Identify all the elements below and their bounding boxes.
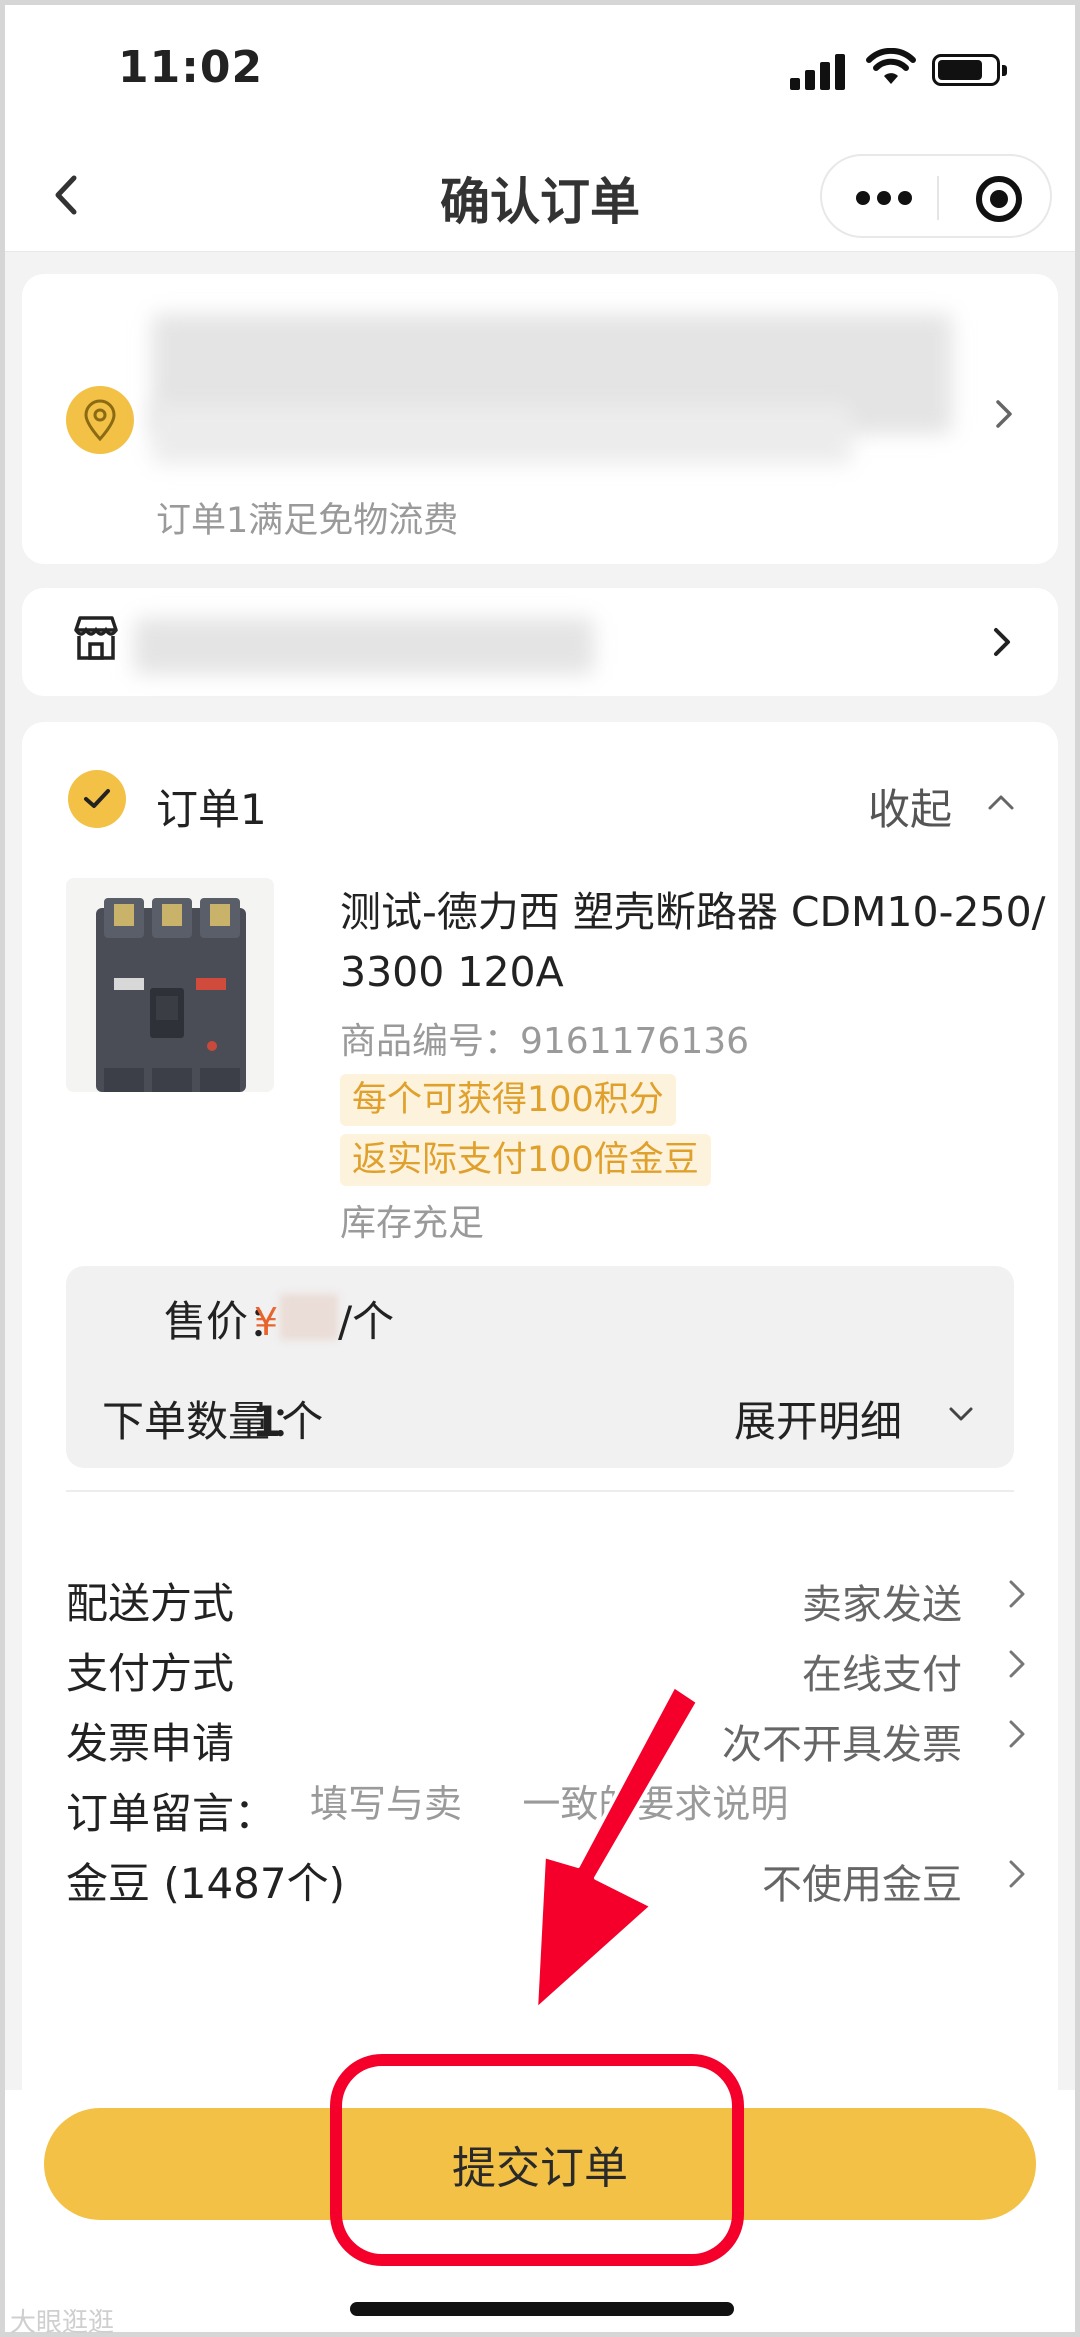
store-icon (74, 616, 118, 660)
chevron-right-icon (996, 400, 1012, 428)
close-miniprogram-icon[interactable] (976, 176, 1022, 222)
signal-icon (790, 52, 846, 90)
chevron-up-icon (988, 795, 1014, 810)
gold-beans-value[interactable]: 不使用金豆 (762, 1852, 962, 1910)
home-indicator (350, 2302, 734, 2316)
stock-status: 库存充足 (340, 1203, 485, 1244)
quantity-number: 1 (252, 1397, 282, 1446)
address-redacted-line2 (152, 404, 852, 464)
annotation-arrow-icon (534, 1684, 700, 2012)
annotation-highlight (330, 2054, 744, 2266)
price-unit: /个 (338, 1297, 395, 1346)
product-name: 测试-德力西 塑壳断路器 CDM10-250/3300 120A (340, 888, 1046, 996)
battery-icon (932, 54, 1007, 86)
chevron-right-icon (1009, 1860, 1025, 1888)
points-tag: 每个可获得100积分 (340, 1074, 676, 1126)
capsule-divider (937, 176, 939, 220)
price-box: 售价： ¥ /个 下单数量： 1个 展开明细 (66, 1266, 1014, 1468)
wifi-icon (866, 48, 916, 84)
watermark: 大眼逛逛 (10, 2308, 115, 2337)
order-memo-label: 订单留言： (66, 1789, 277, 1838)
delivery-value[interactable]: 卖家发送 (802, 1572, 962, 1630)
store-card[interactable] (22, 588, 1058, 696)
mini-program-capsule (820, 154, 1052, 238)
invoice-value[interactable]: 次不开具发票 (722, 1712, 962, 1770)
chevron-right-icon (1009, 1650, 1025, 1678)
chevron-right-icon (1009, 1580, 1025, 1608)
status-time: 11:02 (118, 42, 264, 93)
check-icon[interactable] (68, 770, 126, 828)
address-card[interactable]: 订单1满足免物流费 (22, 274, 1058, 564)
more-icon[interactable] (856, 186, 912, 210)
chevron-right-icon (994, 628, 1010, 656)
price-redacted (280, 1294, 338, 1340)
expand-details-button[interactable]: 展开明细 (734, 1388, 902, 1449)
beans-tag: 返实际支付100倍金豆 (340, 1134, 711, 1186)
currency-symbol: ¥ (254, 1300, 279, 1344)
status-bar: 11:02 (0, 0, 1080, 140)
delivery-label: 配送方式 (66, 1579, 235, 1628)
collapse-button[interactable]: 收起 (868, 776, 952, 837)
shipping-note: 订单1满足免物流费 (156, 501, 459, 541)
order-title: 订单1 (156, 785, 267, 834)
invoice-label: 发票申请 (66, 1719, 235, 1768)
quantity-unit: 个 (281, 1397, 324, 1446)
store-name-redacted (134, 618, 594, 674)
gold-beans-label: 金豆 (1487个) (66, 1859, 346, 1908)
payment-value[interactable]: 在线支付 (802, 1642, 962, 1700)
quantity-value: 1个 (252, 1388, 323, 1449)
location-icon (66, 386, 134, 454)
divider (66, 1490, 1014, 1492)
product-image[interactable] (66, 878, 274, 1092)
nav-bar: 确认订单 (0, 140, 1080, 252)
payment-label: 支付方式 (66, 1649, 235, 1698)
chevron-right-icon (1009, 1720, 1025, 1748)
product-sku: 商品编号：9161176136 (340, 1021, 750, 1062)
chevron-down-icon (949, 1407, 973, 1421)
